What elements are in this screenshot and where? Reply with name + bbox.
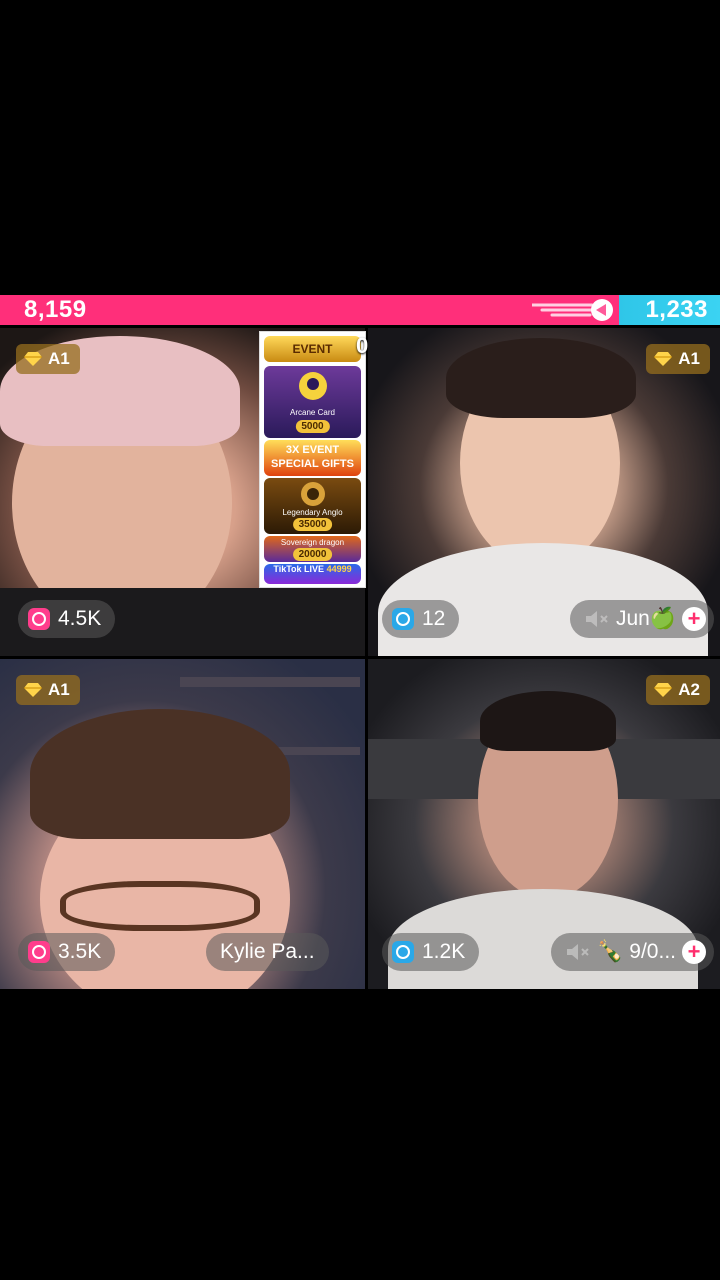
diamond-icon [24,352,42,366]
shelf [180,677,360,687]
participant-video-2[interactable]: A1 12 Jun🍏 + [368,328,720,656]
participant-name-pill[interactable]: 🍾 9/0... + [551,933,714,971]
participant-video-3[interactable]: A1 3.5K Kylie Pa... [0,659,365,989]
coin-price: 5000 [295,420,330,433]
participant-name: 🍾 9/0... [597,940,676,963]
event-card-3: Sovereign dragon 20000 [264,536,361,562]
event-card-label: Arcane Card [290,408,335,417]
rank-label: A1 [48,680,70,699]
rank-badge: A1 [16,344,80,374]
participant-name: Kylie Pa... [220,940,315,963]
blue-gift-icon [392,608,414,630]
pink-gift-icon [28,941,50,963]
event-card-label: Sovereign dragon [280,538,345,547]
diamond-icon [654,683,673,697]
coin-price: 20000 [292,548,333,561]
event-card-4: TikTok LIVE 44999 [264,564,361,584]
tiktok-live-title: TikTok LIVE [273,564,325,574]
likes-count: 12 [422,607,446,630]
rank-badge: A1 [646,344,710,374]
follow-button[interactable]: + [682,940,706,964]
right-team-score: 1,233 [645,296,708,323]
participant-video-4[interactable]: A2 1.2K 🍾 9/0... + [368,659,720,989]
rank-badge: A2 [646,675,710,705]
event-banner[interactable]: EVENT Arcane Card 5000 3X EVENT SPECIAL … [259,331,366,588]
participant-name-pill[interactable]: Kylie Pa... [206,933,329,971]
comet-streak-icon [532,299,613,321]
likes-count: 4.5K [58,607,102,630]
likes-count: 3.5K [58,940,102,963]
participant-name: Jun🍏 [615,607,676,630]
likes-pill: 4.5K [18,600,116,638]
glasses [60,881,260,931]
likes-pill: 12 [382,600,460,638]
special-gifts-title: 3X EVENT SPECIAL GIFTS [264,440,361,476]
participant-name-pill[interactable]: Jun🍏 + [569,600,714,638]
coin-price: 44999 [326,564,352,574]
muted-speaker-icon [585,611,608,627]
hair [480,691,616,751]
rank-label: A1 [678,349,700,368]
event-title: EVENT [264,336,361,362]
rank-badge: A1 [16,675,80,705]
rank-label: A1 [48,349,70,368]
event-card-1: Arcane Card 5000 [264,366,361,438]
battle-score-bar: 8,159 1,233 [0,295,720,325]
rank-label: A2 [678,680,700,699]
diamond-icon [24,683,42,697]
event-card-2: Legendary Anglo 35000 [264,478,361,534]
blue-gift-icon [392,941,414,963]
legendary-gift-icon [300,482,325,506]
event-card-label: Legendary Anglo [282,508,343,517]
hair [446,338,636,418]
likes-pill: 3.5K [18,933,116,971]
left-team-score: 8,159 [24,296,87,323]
hair [30,709,290,839]
coin-price: 35000 [292,518,333,531]
likes-count: 1.2K [422,940,466,963]
follow-button[interactable]: + [682,607,706,631]
muted-speaker-icon [567,944,590,960]
pink-gift-icon [28,608,50,630]
arcane-card-icon [298,372,327,400]
diamond-icon [654,352,673,366]
likes-pill: 1.2K [382,933,480,971]
